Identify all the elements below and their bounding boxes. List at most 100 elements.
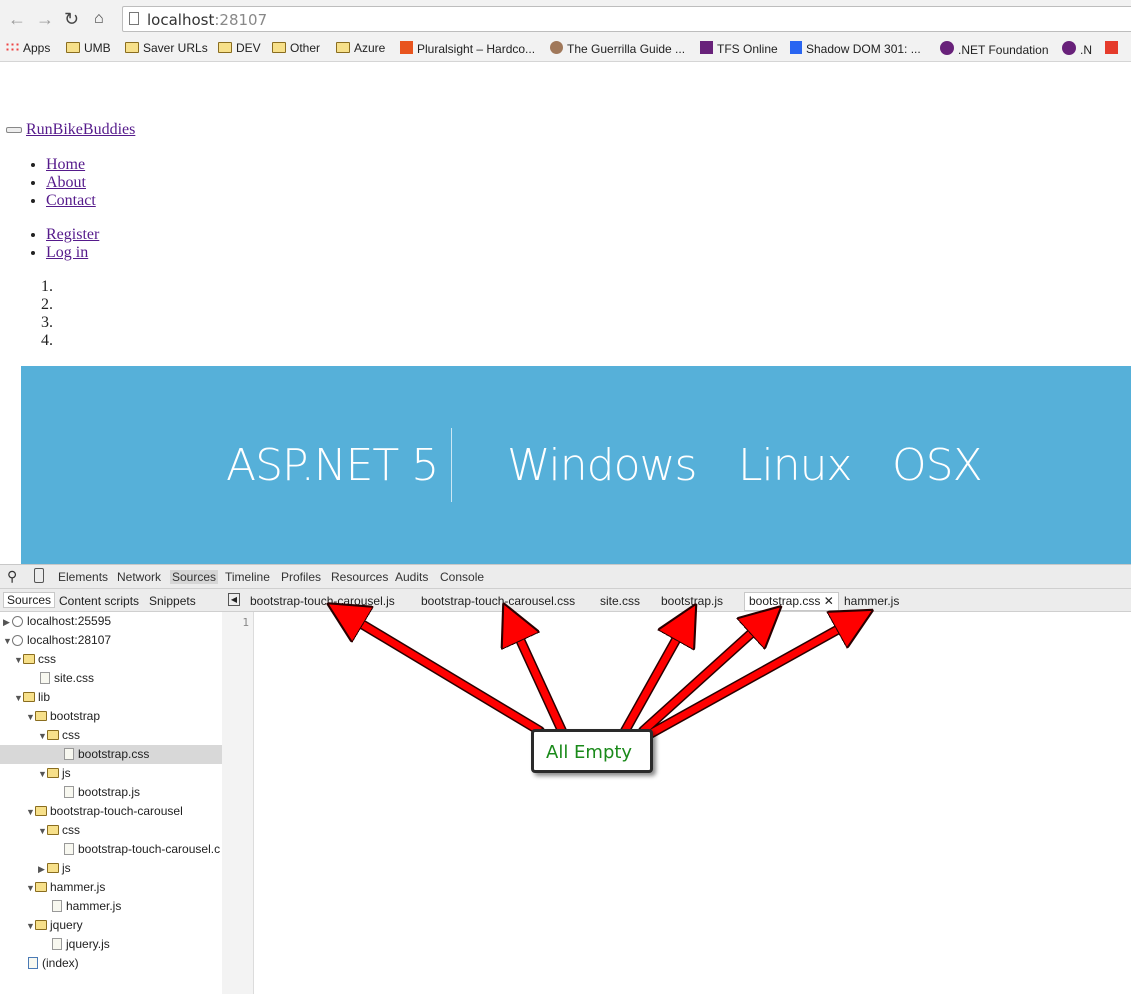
subtab-sources[interactable]: Sources <box>3 592 56 608</box>
carousel-indicator[interactable]: 3. <box>41 314 53 332</box>
forward-icon[interactable]: → <box>36 10 54 28</box>
tree-origin-28107[interactable]: ▼ localhost:28107 <box>3 631 111 650</box>
folder-icon <box>47 768 59 778</box>
tree-folder-bootstrap-css[interactable]: ▼ css <box>38 726 80 745</box>
editor-tab-hammer-js[interactable]: hammer.js <box>844 594 899 608</box>
tree-label: hammer.js <box>66 899 122 913</box>
editor-tabs: ◀ bootstrap-touch-carousel.js bootstrap-… <box>222 589 1131 612</box>
nav-link-about[interactable]: About <box>46 174 86 191</box>
folder-icon <box>125 42 139 53</box>
carousel-indicator[interactable]: 1. <box>41 278 53 296</box>
tab-sources[interactable]: Sources <box>170 570 219 584</box>
tab-network[interactable]: Network <box>117 570 161 584</box>
bookmark-shadow-dom[interactable]: Shadow DOM 301: ... <box>790 41 921 56</box>
bookmark-dev[interactable]: DEV <box>218 41 261 55</box>
url-text: localhost:28107 <box>147 11 267 29</box>
tree-file-site-css[interactable]: site.css <box>40 669 94 688</box>
bookmark-azure[interactable]: Azure <box>336 41 385 55</box>
sources-sidebar-tabs: Sources Content scripts Snippets <box>0 589 222 612</box>
expanded-arrow-icon: ▼ <box>14 655 23 665</box>
bookmark-tfs-online[interactable]: TFS Online <box>700 41 778 56</box>
tree-file-bootstrap-js[interactable]: bootstrap.js <box>64 783 140 802</box>
tree-folder-bootstrap[interactable]: ▼ bootstrap <box>26 707 100 726</box>
tree-folder-touch-carousel-css[interactable]: ▼ css <box>38 821 80 840</box>
close-icon[interactable]: ✕ <box>824 594 834 608</box>
tree-file-jquery-js[interactable]: jquery.js <box>52 935 110 954</box>
web-page: RunBikeBuddies Home About Contact Regist… <box>0 62 1131 564</box>
tab-elements[interactable]: Elements <box>58 570 108 584</box>
register-link[interactable]: Register <box>46 226 99 243</box>
tree-label: js <box>62 766 71 780</box>
tree-file-bootstrap-css[interactable]: bootstrap.css <box>0 745 222 764</box>
carousel-indicator[interactable]: 4. <box>41 332 53 350</box>
hero-divider <box>451 428 452 502</box>
url-host: localhost <box>147 11 215 29</box>
folder-icon <box>218 42 232 53</box>
sources-sidebar: Sources Content scripts Snippets ▶ localh… <box>0 589 223 994</box>
tree-file-hammer-js[interactable]: hammer.js <box>52 897 121 916</box>
tree-folder-hammer[interactable]: ▼ hammer.js <box>26 878 105 897</box>
device-mode-icon[interactable] <box>34 568 44 583</box>
tab-audits[interactable]: Audits <box>395 570 428 584</box>
subtab-content-scripts[interactable]: Content scripts <box>59 594 139 608</box>
expanded-arrow-icon: ▼ <box>26 921 35 931</box>
brand-link[interactable]: RunBikeBuddies <box>26 121 135 138</box>
tree-label: bootstrap-touch-carousel.c <box>78 842 221 856</box>
bookmark-apps[interactable]: Apps <box>5 41 50 55</box>
bookmark-dotnet-2[interactable]: .N <box>1062 41 1092 57</box>
bookmark-umb[interactable]: UMB <box>66 41 111 55</box>
tab-profiles[interactable]: Profiles <box>281 570 321 584</box>
bookmark-dotnet-foundation[interactable]: .NET Foundation <box>940 41 1049 57</box>
login-link[interactable]: Log in <box>46 244 88 261</box>
editor-tab-label: bootstrap.css <box>749 594 821 608</box>
back-icon[interactable]: ← <box>8 10 26 28</box>
editor-tab-bootstrap-css[interactable]: bootstrap.css ✕ <box>744 592 839 611</box>
nav-link-contact[interactable]: Contact <box>46 192 96 209</box>
tree-origin-25595[interactable]: ▶ localhost:25595 <box>3 612 111 631</box>
hero-banner: ASP.NET 5 Windows Linux OSX <box>21 366 1131 564</box>
bookmark-other[interactable]: Other <box>272 41 320 55</box>
tree-folder-touch-carousel[interactable]: ▼ bootstrap-touch-carousel <box>26 802 183 821</box>
bookmark-label: DEV <box>236 41 261 55</box>
editor-tab-site-css[interactable]: site.css <box>600 594 640 608</box>
bookmark-saver-urls[interactable]: Saver URLs <box>125 41 208 55</box>
tree-label: css <box>62 728 80 742</box>
hero-item-windows: Windows <box>507 440 697 491</box>
tree-folder-css[interactable]: ▼ css <box>14 650 56 669</box>
apps-grid-icon <box>5 42 19 53</box>
editor-tab-touch-carousel-js[interactable]: bootstrap-touch-carousel.js <box>250 594 395 608</box>
tree-file-index[interactable]: (index) <box>28 954 79 973</box>
tab-console[interactable]: Console <box>440 570 484 584</box>
tree-file-touch-carousel-css[interactable]: bootstrap-touch-carousel.c <box>64 840 222 859</box>
bookmark-guerrilla-guide[interactable]: The Guerrilla Guide ... <box>550 41 685 56</box>
globe-icon <box>12 616 23 627</box>
home-icon[interactable]: ⌂ <box>94 10 104 28</box>
bookmark-label: .NET Foundation <box>958 43 1049 57</box>
toggle-navigator-icon[interactable]: ◀ <box>228 593 240 606</box>
tab-timeline[interactable]: Timeline <box>225 570 270 584</box>
tree-folder-jquery[interactable]: ▼ jquery <box>26 916 83 935</box>
carousel-indicator[interactable]: 2. <box>41 296 53 314</box>
subtab-snippets[interactable]: Snippets <box>149 594 196 608</box>
tree-folder-bootstrap-js[interactable]: ▼ js <box>38 764 71 783</box>
folder-icon <box>272 42 286 53</box>
reload-icon[interactable]: ↻ <box>64 10 79 28</box>
html-file-icon <box>28 957 38 969</box>
code-editor[interactable] <box>254 612 1131 994</box>
bookmark-overflow[interactable] <box>1105 41 1122 56</box>
bookmark-label: Shadow DOM 301: ... <box>806 42 921 56</box>
nav-link-home[interactable]: Home <box>46 156 85 173</box>
editor-tab-bootstrap-js[interactable]: bootstrap.js <box>661 594 723 608</box>
expanded-arrow-icon: ▼ <box>26 883 35 893</box>
tree-folder-lib[interactable]: ▼ lib <box>14 688 50 707</box>
address-bar[interactable]: localhost:28107 <box>122 6 1131 32</box>
bookmark-pluralsight[interactable]: Pluralsight – Hardco... <box>400 41 535 56</box>
tab-resources[interactable]: Resources <box>331 570 388 584</box>
search-icon[interactable]: ⚲ <box>7 568 17 585</box>
navbar-toggle-button[interactable] <box>6 127 22 134</box>
tree-folder-touch-carousel-js[interactable]: ▶ js <box>38 859 71 878</box>
visual-studio-icon <box>700 41 713 54</box>
tree-label: jquery.js <box>66 937 110 951</box>
editor-tab-touch-carousel-css[interactable]: bootstrap-touch-carousel.css <box>421 594 575 608</box>
nav-item-register: Register <box>46 226 99 244</box>
